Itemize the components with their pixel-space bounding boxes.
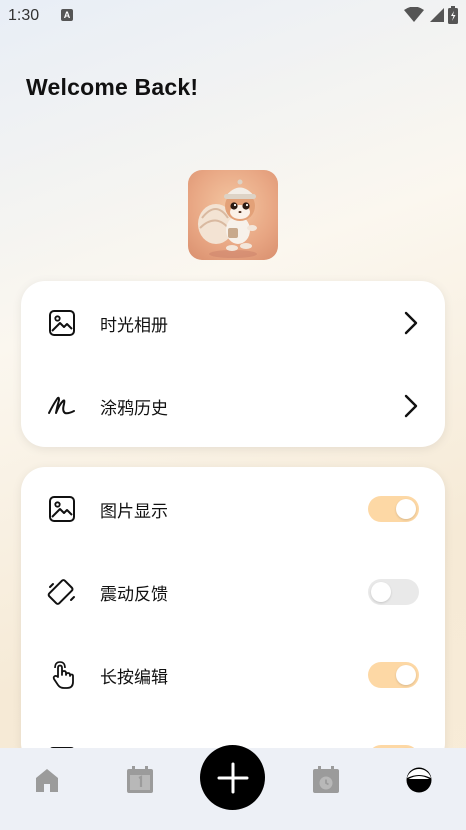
chevron-right-icon (404, 394, 418, 418)
welcome-title: Welcome Back! (26, 74, 199, 100)
profile-icon[interactable] (404, 765, 434, 795)
status-time: 1:30 (8, 7, 40, 24)
vibration-icon (47, 577, 77, 607)
calendar-icon[interactable] (125, 765, 155, 795)
status-bar: 1:30 A (0, 0, 466, 34)
image-display-toggle[interactable] (368, 496, 419, 522)
menu-item-photo-album[interactable]: 时光相册 (21, 293, 445, 353)
signal-icon (430, 8, 444, 22)
setting-vibration-feedback: 震动反馈 (21, 562, 445, 622)
touch-icon (47, 660, 77, 690)
toggle-knob (371, 582, 391, 602)
wifi-icon (404, 7, 424, 22)
battery-icon (448, 6, 458, 24)
avatar[interactable] (188, 170, 278, 260)
long-press-edit-toggle[interactable] (368, 662, 419, 688)
setting-image-display: 图片显示 (21, 479, 445, 539)
vibration-feedback-toggle[interactable] (368, 579, 419, 605)
notification-icon: A (61, 9, 73, 21)
squirrel-mascot-icon (198, 179, 257, 258)
menu-item-scribble-history[interactable]: 涂鸦历史 (21, 376, 445, 436)
setting-long-press-edit: 长按编辑 (21, 645, 445, 705)
add-button[interactable] (200, 745, 265, 810)
home-icon[interactable] (32, 765, 62, 795)
setting-label: 震动反馈 (100, 584, 168, 605)
image-icon (47, 494, 77, 524)
calendar-clock-icon[interactable] (311, 765, 341, 795)
settings-card: 图片显示 震动反馈 长按编辑 (21, 467, 445, 771)
menu-card: 时光相册 涂鸦历史 (21, 281, 445, 447)
add-icon (217, 762, 248, 793)
menu-item-label: 涂鸦历史 (100, 398, 168, 419)
scribble-icon (47, 391, 77, 421)
toggle-knob (396, 499, 416, 519)
toggle-knob (396, 665, 416, 685)
setting-label: 长按编辑 (100, 667, 168, 688)
menu-item-label: 时光相册 (100, 315, 168, 336)
image-icon (47, 308, 77, 338)
setting-label: 图片显示 (100, 501, 168, 522)
chevron-right-icon (404, 311, 418, 335)
status-icons (404, 6, 458, 24)
